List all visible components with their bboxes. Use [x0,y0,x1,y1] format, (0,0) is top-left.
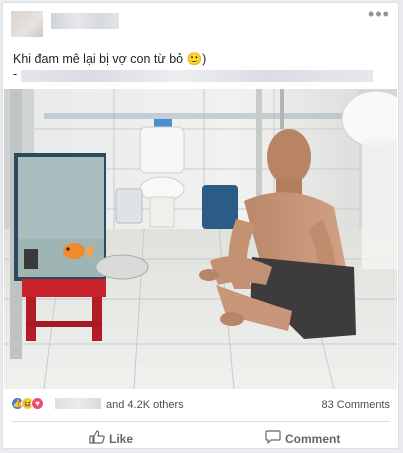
comment-label: Comment [285,432,341,446]
post-photo[interactable] [4,89,397,389]
like-button[interactable]: Like [89,425,239,448]
reactions-bar: 👍 😆 ♥ and 4.2K others 83 Comments [3,391,398,413]
liker-name-redacted[interactable] [55,398,101,409]
caption-dash: - [13,67,18,81]
comment-bubble-icon [265,430,281,447]
more-horizontal-icon[interactable]: ••• [368,5,390,23]
thumbs-up-icon [89,430,105,447]
reaction-icons[interactable]: 👍 😆 ♥ [11,397,55,411]
post-caption: Khi đam mê lại bị vợ con từ bỏ 🙂) [13,52,207,66]
like-label: Like [109,432,134,446]
action-bar: Like Comment [3,425,398,448]
photo-image [4,89,397,389]
post-card: ••• Khi đam mê lại bị vợ con từ bỏ 🙂) - [2,2,399,449]
comment-button[interactable]: Comment [265,425,398,448]
post-header: ••• [3,3,398,39]
author-name-redacted[interactable] [51,13,119,29]
comments-count[interactable]: 83 Comments [322,399,390,411]
post-caption-line2: - [13,67,373,82]
love-icon: ♥ [31,397,44,410]
caption-redacted [21,70,373,82]
avatar[interactable] [11,11,43,37]
likes-count[interactable]: and 4.2K others [106,399,184,411]
divider [11,421,390,422]
